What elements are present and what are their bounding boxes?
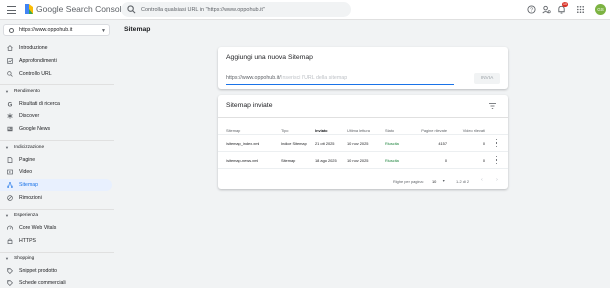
- cell-tipo: Sitemap: [281, 158, 296, 163]
- submitted-sitemaps-card: Sitemap inviate Sitemap Tipo Inviato ↓ U…: [218, 95, 508, 189]
- cell-video-rilevati: 0: [482, 158, 485, 163]
- add-sitemap-title: Aggiungi una nuova Sitemap: [226, 54, 313, 61]
- sidebar-item-pagine[interactable]: Pagine: [0, 154, 112, 166]
- tag-icon: [7, 280, 13, 286]
- tag-icon: [7, 268, 13, 274]
- more-options-icon[interactable]: [495, 139, 498, 147]
- next-page-icon[interactable]: ›: [496, 177, 498, 183]
- news-icon: [7, 126, 13, 132]
- sidebar-divider: [0, 84, 114, 85]
- cell-ultima-lettura: 10 nov 2025: [347, 141, 369, 146]
- card-divider: [218, 117, 508, 118]
- cell-sitemap: /sitemap-news.xml: [226, 158, 259, 163]
- users-settings-icon[interactable]: [542, 5, 551, 14]
- sidebar-item-google-news[interactable]: Google News: [0, 123, 112, 135]
- page-title: Sitemap: [124, 26, 151, 33]
- cell-stato: Riuscita: [385, 158, 399, 163]
- cell-sitemap: /sitemap_index.xml: [226, 141, 260, 146]
- chevron-down-icon: ▼: [5, 213, 9, 218]
- sidebar-divider: [0, 140, 114, 141]
- pages-icon: [7, 157, 13, 163]
- caret-down-icon[interactable]: ▼: [442, 179, 445, 183]
- removals-icon: [7, 195, 13, 201]
- cell-tipo: Indice Sitemap: [281, 141, 307, 146]
- sidebar-divider: [0, 252, 114, 253]
- sidebar-item-snippet-prodotto[interactable]: Snippet prodotto: [0, 265, 112, 277]
- chevron-down-icon: ▼: [5, 145, 9, 150]
- avatar[interactable]: GS: [595, 4, 606, 15]
- sidebar-item-discover[interactable]: Discover: [0, 110, 112, 122]
- rows-per-page-label: Righe per pagina:: [393, 179, 424, 184]
- sort-down-icon: ↓: [322, 128, 324, 133]
- more-options-icon[interactable]: [495, 156, 498, 164]
- sidebar-item-approfondimenti[interactable]: Approfondimenti: [0, 55, 112, 67]
- sidebar-divider: [0, 209, 114, 210]
- url-inspection-search[interactable]: [121, 2, 351, 17]
- previous-page-icon[interactable]: ‹: [481, 177, 483, 183]
- sidebar-item-video[interactable]: Video: [0, 166, 112, 178]
- chevron-down-icon: ▼: [5, 89, 9, 94]
- search-console-logo-icon: [25, 4, 33, 14]
- sidebar-item-sitemap[interactable]: Sitemap: [0, 179, 112, 191]
- column-header-video-rilevati[interactable]: Video rilevati: [453, 128, 485, 133]
- sidebar-item-schede-commerciali[interactable]: Schede commerciali: [0, 277, 112, 288]
- app-title: Google Search Console: [36, 4, 127, 14]
- asterisk-icon: [7, 113, 13, 119]
- notification-count-badge: 10: [562, 2, 568, 7]
- cell-pagine-rilevate: 4157: [438, 141, 447, 146]
- property-label: https://www.oppohub.it: [19, 27, 73, 33]
- sidebar-item-risultati-di-ricerca[interactable]: G Risultati di ricerca: [0, 98, 112, 110]
- top-bar: Google Search Console ? 10 GS: [0, 0, 610, 20]
- column-header-sitemap[interactable]: Sitemap: [226, 128, 240, 133]
- sidebar-item-rimozioni[interactable]: Rimozioni: [0, 192, 112, 204]
- sidebar-item-introduzione[interactable]: Introduzione: [0, 42, 112, 54]
- svg-text:G: G: [8, 102, 13, 107]
- rows-per-page-select[interactable]: 10: [432, 179, 436, 184]
- submit-sitemap-button[interactable]: INVIA: [474, 73, 500, 84]
- property-selector[interactable]: https://www.oppohub.it ▼: [3, 24, 110, 36]
- chevron-down-icon: ▼: [5, 256, 9, 261]
- speed-icon: [7, 225, 13, 230]
- column-header-pagine-rilevate[interactable]: Pagine rilevate: [409, 128, 447, 133]
- submitted-sitemaps-title: Sitemap inviate: [226, 102, 273, 109]
- home-icon: [7, 45, 13, 51]
- cell-stato: Riuscita: [385, 141, 399, 146]
- search-icon: [127, 5, 136, 14]
- menu-icon[interactable]: [7, 6, 16, 14]
- insights-icon: [7, 58, 13, 64]
- cell-ultima-lettura: 10 nov 2025: [347, 158, 369, 163]
- filter-icon[interactable]: [489, 103, 496, 109]
- cell-pagine-rilevate: 0: [444, 158, 447, 163]
- apps-grid-icon[interactable]: [576, 5, 585, 14]
- row-divider: [218, 151, 508, 152]
- page-range-label: 1-2 di 2: [456, 179, 469, 184]
- cell-video-rilevati: 0: [482, 141, 485, 146]
- sidebar-item-controllo-url[interactable]: Controllo URL: [0, 68, 112, 80]
- sidebar-item-https[interactable]: HTTPS: [0, 235, 112, 247]
- chevron-down-icon: ▼: [101, 28, 106, 34]
- lock-icon: [7, 238, 13, 244]
- row-divider: [218, 168, 508, 169]
- sitemap-icon: [7, 182, 13, 188]
- property-icon: [9, 28, 14, 33]
- add-sitemap-card: Aggiungi una nuova Sitemap https://www.o…: [218, 47, 508, 89]
- input-underline: [226, 84, 454, 85]
- cell-inviato: 21 ott 2025: [315, 141, 335, 146]
- video-icon: [7, 169, 13, 175]
- header-row-divider: [218, 134, 508, 135]
- sidebar-item-core-web-vitals[interactable]: Core Web Vitals: [0, 222, 112, 234]
- help-icon[interactable]: ?: [527, 5, 536, 14]
- column-header-ultima-lettura[interactable]: Ultima lettura: [347, 128, 370, 133]
- column-header-stato[interactable]: Stato: [385, 128, 394, 133]
- svg-text:?: ?: [530, 7, 533, 13]
- cell-inviato: 18 ago 2025: [315, 158, 337, 163]
- google-g-icon: G: [8, 102, 13, 107]
- sitemap-url-input[interactable]: [281, 73, 453, 83]
- search-icon: [7, 71, 13, 77]
- column-header-tipo[interactable]: Tipo: [281, 128, 288, 133]
- search-input[interactable]: [141, 4, 341, 15]
- url-prefix: https://www.oppohub.it/: [226, 75, 281, 81]
